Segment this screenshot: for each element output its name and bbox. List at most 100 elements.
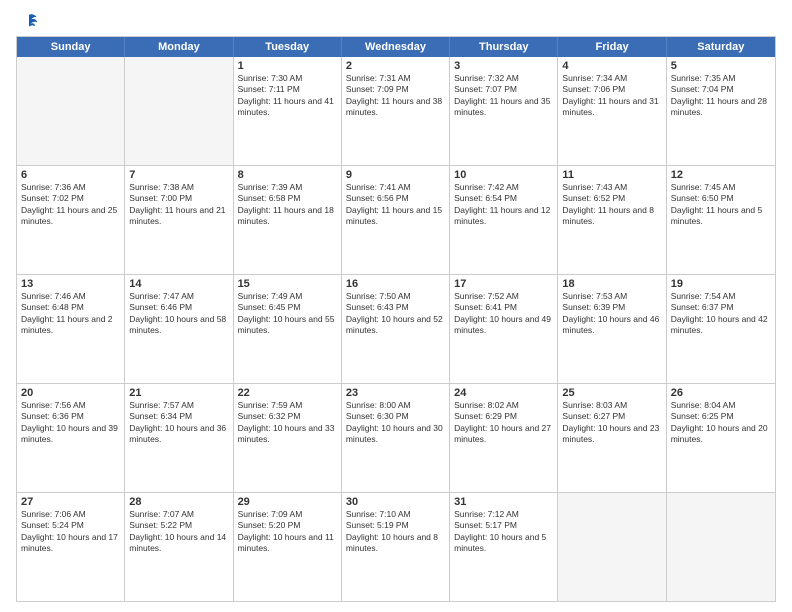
header-day-saturday: Saturday [667,37,775,57]
table-row: 13Sunrise: 7:46 AM Sunset: 6:48 PM Dayli… [17,275,125,383]
day-number: 17 [454,278,553,290]
table-row: 16Sunrise: 7:50 AM Sunset: 6:43 PM Dayli… [342,275,450,383]
day-info: Sunrise: 7:10 AM Sunset: 5:19 PM Dayligh… [346,509,445,555]
table-row: 21Sunrise: 7:57 AM Sunset: 6:34 PM Dayli… [125,384,233,492]
table-row: 19Sunrise: 7:54 AM Sunset: 6:37 PM Dayli… [667,275,775,383]
header-day-tuesday: Tuesday [234,37,342,57]
table-row: 22Sunrise: 7:59 AM Sunset: 6:32 PM Dayli… [234,384,342,492]
day-number: 31 [454,496,553,508]
day-info: Sunrise: 7:49 AM Sunset: 6:45 PM Dayligh… [238,291,337,337]
table-row [125,57,233,165]
day-number: 22 [238,387,337,399]
week-row-3: 13Sunrise: 7:46 AM Sunset: 6:48 PM Dayli… [17,274,775,383]
day-info: Sunrise: 7:31 AM Sunset: 7:09 PM Dayligh… [346,73,445,119]
day-number: 20 [21,387,120,399]
day-number: 6 [21,169,120,181]
table-row: 5Sunrise: 7:35 AM Sunset: 7:04 PM Daylig… [667,57,775,165]
header-day-friday: Friday [558,37,666,57]
header-day-monday: Monday [125,37,233,57]
table-row: 1Sunrise: 7:30 AM Sunset: 7:11 PM Daylig… [234,57,342,165]
day-number: 9 [346,169,445,181]
day-info: Sunrise: 8:02 AM Sunset: 6:29 PM Dayligh… [454,400,553,446]
day-info: Sunrise: 7:59 AM Sunset: 6:32 PM Dayligh… [238,400,337,446]
day-number: 23 [346,387,445,399]
week-row-5: 27Sunrise: 7:06 AM Sunset: 5:24 PM Dayli… [17,492,775,601]
day-info: Sunrise: 7:39 AM Sunset: 6:58 PM Dayligh… [238,182,337,228]
day-number: 4 [562,60,661,72]
table-row: 24Sunrise: 8:02 AM Sunset: 6:29 PM Dayli… [450,384,558,492]
day-number: 1 [238,60,337,72]
table-row: 7Sunrise: 7:38 AM Sunset: 7:00 PM Daylig… [125,166,233,274]
day-number: 19 [671,278,771,290]
day-info: Sunrise: 8:03 AM Sunset: 6:27 PM Dayligh… [562,400,661,446]
day-number: 2 [346,60,445,72]
day-info: Sunrise: 7:07 AM Sunset: 5:22 PM Dayligh… [129,509,228,555]
day-number: 18 [562,278,661,290]
day-info: Sunrise: 7:41 AM Sunset: 6:56 PM Dayligh… [346,182,445,228]
table-row: 25Sunrise: 8:03 AM Sunset: 6:27 PM Dayli… [558,384,666,492]
calendar: SundayMondayTuesdayWednesdayThursdayFrid… [16,36,776,602]
week-row-1: 1Sunrise: 7:30 AM Sunset: 7:11 PM Daylig… [17,57,775,165]
day-info: Sunrise: 7:06 AM Sunset: 5:24 PM Dayligh… [21,509,120,555]
table-row: 9Sunrise: 7:41 AM Sunset: 6:56 PM Daylig… [342,166,450,274]
day-number: 25 [562,387,661,399]
day-number: 11 [562,169,661,181]
day-info: Sunrise: 7:47 AM Sunset: 6:46 PM Dayligh… [129,291,228,337]
day-number: 15 [238,278,337,290]
logo [16,12,40,30]
day-info: Sunrise: 7:50 AM Sunset: 6:43 PM Dayligh… [346,291,445,337]
day-info: Sunrise: 7:42 AM Sunset: 6:54 PM Dayligh… [454,182,553,228]
table-row: 2Sunrise: 7:31 AM Sunset: 7:09 PM Daylig… [342,57,450,165]
table-row: 11Sunrise: 7:43 AM Sunset: 6:52 PM Dayli… [558,166,666,274]
table-row: 18Sunrise: 7:53 AM Sunset: 6:39 PM Dayli… [558,275,666,383]
table-row [558,493,666,601]
day-number: 5 [671,60,771,72]
table-row: 26Sunrise: 8:04 AM Sunset: 6:25 PM Dayli… [667,384,775,492]
day-info: Sunrise: 7:35 AM Sunset: 7:04 PM Dayligh… [671,73,771,119]
table-row: 28Sunrise: 7:07 AM Sunset: 5:22 PM Dayli… [125,493,233,601]
table-row: 29Sunrise: 7:09 AM Sunset: 5:20 PM Dayli… [234,493,342,601]
calendar-body: 1Sunrise: 7:30 AM Sunset: 7:11 PM Daylig… [17,57,775,601]
table-row: 4Sunrise: 7:34 AM Sunset: 7:06 PM Daylig… [558,57,666,165]
day-number: 21 [129,387,228,399]
table-row [667,493,775,601]
day-info: Sunrise: 7:57 AM Sunset: 6:34 PM Dayligh… [129,400,228,446]
day-info: Sunrise: 7:52 AM Sunset: 6:41 PM Dayligh… [454,291,553,337]
header-day-sunday: Sunday [17,37,125,57]
day-info: Sunrise: 7:56 AM Sunset: 6:36 PM Dayligh… [21,400,120,446]
day-number: 29 [238,496,337,508]
day-number: 24 [454,387,553,399]
day-number: 13 [21,278,120,290]
day-number: 10 [454,169,553,181]
header-day-wednesday: Wednesday [342,37,450,57]
page: SundayMondayTuesdayWednesdayThursdayFrid… [0,0,792,612]
day-info: Sunrise: 7:12 AM Sunset: 5:17 PM Dayligh… [454,509,553,555]
day-number: 28 [129,496,228,508]
day-info: Sunrise: 7:53 AM Sunset: 6:39 PM Dayligh… [562,291,661,337]
day-info: Sunrise: 7:45 AM Sunset: 6:50 PM Dayligh… [671,182,771,228]
table-row: 12Sunrise: 7:45 AM Sunset: 6:50 PM Dayli… [667,166,775,274]
table-row: 30Sunrise: 7:10 AM Sunset: 5:19 PM Dayli… [342,493,450,601]
table-row: 23Sunrise: 8:00 AM Sunset: 6:30 PM Dayli… [342,384,450,492]
day-number: 12 [671,169,771,181]
day-number: 3 [454,60,553,72]
day-number: 27 [21,496,120,508]
day-info: Sunrise: 7:38 AM Sunset: 7:00 PM Dayligh… [129,182,228,228]
table-row: 8Sunrise: 7:39 AM Sunset: 6:58 PM Daylig… [234,166,342,274]
day-info: Sunrise: 7:36 AM Sunset: 7:02 PM Dayligh… [21,182,120,228]
day-number: 7 [129,169,228,181]
day-info: Sunrise: 7:09 AM Sunset: 5:20 PM Dayligh… [238,509,337,555]
week-row-4: 20Sunrise: 7:56 AM Sunset: 6:36 PM Dayli… [17,383,775,492]
day-info: Sunrise: 7:54 AM Sunset: 6:37 PM Dayligh… [671,291,771,337]
day-info: Sunrise: 7:43 AM Sunset: 6:52 PM Dayligh… [562,182,661,228]
calendar-header: SundayMondayTuesdayWednesdayThursdayFrid… [17,37,775,57]
table-row: 3Sunrise: 7:32 AM Sunset: 7:07 PM Daylig… [450,57,558,165]
day-info: Sunrise: 7:34 AM Sunset: 7:06 PM Dayligh… [562,73,661,119]
day-number: 14 [129,278,228,290]
day-number: 16 [346,278,445,290]
day-info: Sunrise: 7:32 AM Sunset: 7:07 PM Dayligh… [454,73,553,119]
header-day-thursday: Thursday [450,37,558,57]
day-number: 26 [671,387,771,399]
day-number: 8 [238,169,337,181]
table-row: 27Sunrise: 7:06 AM Sunset: 5:24 PM Dayli… [17,493,125,601]
